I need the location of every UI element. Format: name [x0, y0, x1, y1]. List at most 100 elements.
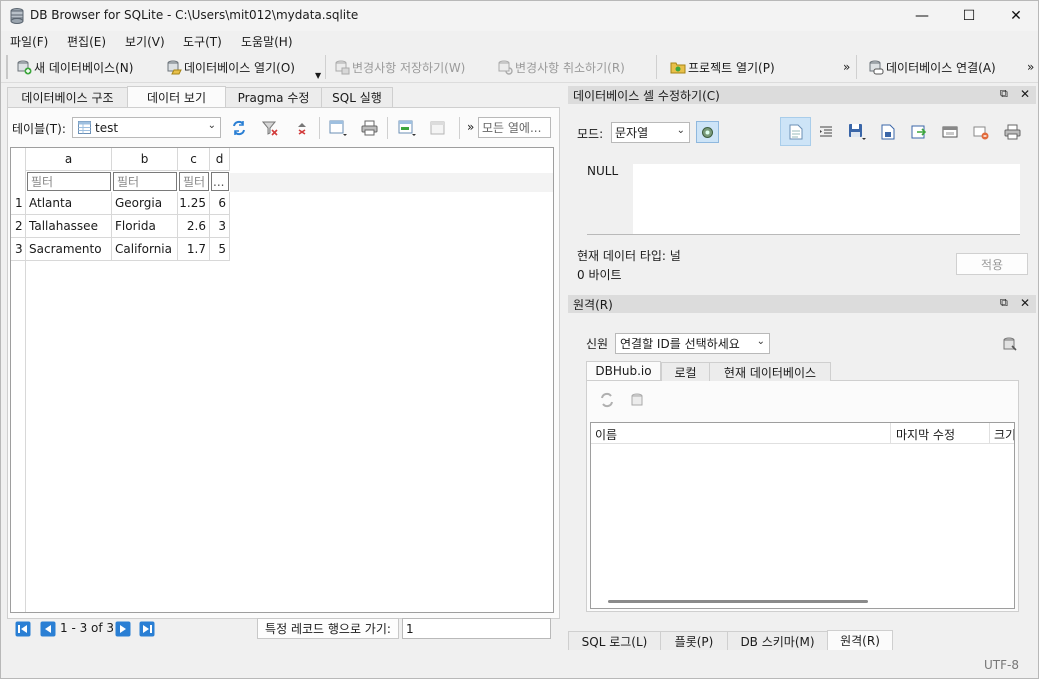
table-cell[interactable]: 2.6: [178, 215, 210, 238]
tab-browse-data[interactable]: 데이터 보기: [127, 86, 226, 107]
print-cell-button[interactable]: [1002, 122, 1022, 142]
row-number[interactable]: 2: [11, 215, 26, 238]
tab-dbhub[interactable]: DBHub.io: [586, 361, 661, 380]
filter-all-columns-input[interactable]: 모든 열에...: [478, 117, 551, 138]
table-cell[interactable]: 3: [210, 215, 230, 238]
float-dock-icon[interactable]: ⧉: [1000, 296, 1008, 310]
remote-dock-header: 원격(R): [568, 295, 1036, 313]
apply-button[interactable]: 적용: [956, 253, 1028, 275]
toolbar-overflow-button-2[interactable]: »: [1027, 57, 1034, 77]
word-wrap-button[interactable]: [780, 117, 811, 146]
first-record-icon: [15, 621, 31, 637]
column-header-a[interactable]: a: [26, 148, 112, 171]
print-icon: [361, 120, 378, 136]
import-file-button[interactable]: [878, 122, 898, 142]
open-database-dropdown-icon[interactable]: ▼: [315, 71, 321, 80]
minimize-button[interactable]: —: [899, 1, 945, 31]
table-cell[interactable]: California: [112, 238, 178, 261]
go-to-record-input[interactable]: 1: [402, 618, 551, 639]
insert-record-button[interactable]: [397, 118, 417, 138]
filter-input-b[interactable]: 필터: [113, 172, 177, 191]
go-to-next-button[interactable]: [113, 619, 133, 639]
filter-input-d[interactable]: ...: [211, 172, 229, 191]
save-table-as-button[interactable]: [328, 118, 348, 138]
tab-execute-sql[interactable]: SQL 실행: [321, 87, 393, 107]
data-grid[interactable]: a b c d 필터 필터 필터 ... 1 Atlanta Georgia 1…: [10, 147, 554, 613]
tab-remote[interactable]: 원격(R): [827, 630, 893, 650]
new-database-button[interactable]: 새 데이터베이스(N): [16, 57, 133, 77]
menu-help[interactable]: 도움말(H): [241, 33, 293, 50]
table-selector[interactable]: test ⌄: [72, 117, 221, 138]
go-to-previous-button[interactable]: [38, 619, 58, 639]
go-to-last-button[interactable]: [137, 619, 157, 639]
toolbar-overflow-button[interactable]: »: [843, 57, 850, 77]
delete-record-button[interactable]: [428, 118, 448, 138]
tab-edit-pragmas[interactable]: Pragma 수정: [225, 87, 322, 107]
identity-selector[interactable]: 연결할 ID를 선택하세요 ⌄: [615, 333, 770, 354]
save-cell-button[interactable]: [847, 122, 867, 142]
indent-button[interactable]: [816, 122, 836, 142]
mode-selector[interactable]: 문자열 ⌄: [611, 122, 690, 143]
close-dock-icon[interactable]: ✕: [1020, 296, 1030, 310]
float-dock-icon[interactable]: ⧉: [1000, 87, 1008, 101]
filter-input-a[interactable]: 필터: [27, 172, 111, 191]
filter-input-c[interactable]: 필터: [179, 172, 209, 191]
export-file-button[interactable]: [909, 122, 929, 142]
close-button[interactable]: ✕: [993, 1, 1039, 31]
menu-edit[interactable]: 편집(E): [67, 33, 106, 50]
toolbar-separator: [656, 55, 657, 79]
remote-file-list[interactable]: 이름 마지막 수정 크기: [590, 422, 1015, 609]
tab-current-database[interactable]: 현재 데이터베이스: [709, 362, 831, 381]
identity-settings-button[interactable]: [1000, 334, 1020, 354]
set-null-button[interactable]: [971, 122, 991, 142]
clear-filters-button[interactable]: [260, 118, 280, 138]
maximize-button[interactable]: ☐: [946, 1, 992, 31]
go-to-first-button[interactable]: [13, 619, 33, 639]
menu-file[interactable]: 파일(F): [10, 33, 48, 50]
print-button[interactable]: [359, 118, 379, 138]
horizontal-scrollbar[interactable]: [608, 600, 868, 603]
column-header-b[interactable]: b: [112, 148, 178, 171]
column-header-d[interactable]: d: [210, 148, 230, 171]
column-header-last-modified[interactable]: 마지막 수정: [896, 426, 955, 443]
tab-database-structure[interactable]: 데이터베이스 구조: [7, 87, 128, 107]
table-cell[interactable]: 1.25: [178, 192, 210, 215]
refresh-button[interactable]: [229, 118, 249, 138]
clear-sort-button[interactable]: [292, 118, 312, 138]
more-button[interactable]: »: [467, 120, 474, 134]
table-cell[interactable]: Florida: [112, 215, 178, 238]
mode-selector-value: 문자열: [615, 126, 649, 140]
chevron-down-icon: ⌄: [676, 125, 685, 136]
close-dock-icon[interactable]: ✕: [1020, 87, 1030, 101]
row-number[interactable]: 1: [11, 192, 26, 215]
attach-database-button[interactable]: 데이터베이스 연결(A): [868, 57, 996, 77]
tab-local[interactable]: 로컬: [661, 362, 710, 381]
cell-editor-text[interactable]: [633, 164, 1020, 234]
table-cell[interactable]: Sacramento: [26, 238, 112, 261]
table-cell[interactable]: 5: [210, 238, 230, 261]
clone-database-button[interactable]: [628, 390, 648, 410]
tab-db-schema[interactable]: DB 스키마(M): [727, 631, 828, 650]
tab-plot[interactable]: 플롯(P): [660, 631, 728, 650]
row-number[interactable]: 3: [11, 238, 26, 261]
menu-tools[interactable]: 도구(T): [183, 33, 222, 50]
indent-icon: [819, 126, 833, 138]
revert-changes-button[interactable]: 변경사항 취소하기(R): [497, 57, 625, 77]
refresh-remote-button[interactable]: [597, 390, 617, 410]
auto-switch-mode-button[interactable]: [696, 121, 719, 143]
write-changes-button[interactable]: 변경사항 저장하기(W): [334, 57, 465, 77]
table-cell[interactable]: Georgia: [112, 192, 178, 215]
table-cell[interactable]: 1.7: [178, 238, 210, 261]
open-database-button[interactable]: 데이터베이스 열기(O): [166, 57, 295, 77]
column-header-name[interactable]: 이름: [595, 426, 617, 443]
table-cell[interactable]: Tallahassee: [26, 215, 112, 238]
tab-sql-log[interactable]: SQL 로그(L): [568, 631, 661, 650]
go-to-record-button[interactable]: 특정 레코드 행으로 가기:: [257, 618, 399, 639]
open-in-external-button[interactable]: [940, 122, 960, 142]
menu-view[interactable]: 보기(V): [125, 33, 165, 50]
table-cell[interactable]: Atlanta: [26, 192, 112, 215]
table-cell[interactable]: 6: [210, 192, 230, 215]
column-header-c[interactable]: c: [178, 148, 210, 171]
column-header-size[interactable]: 크기: [994, 426, 1014, 443]
open-project-button[interactable]: 프로젝트 열기(P): [670, 57, 775, 77]
